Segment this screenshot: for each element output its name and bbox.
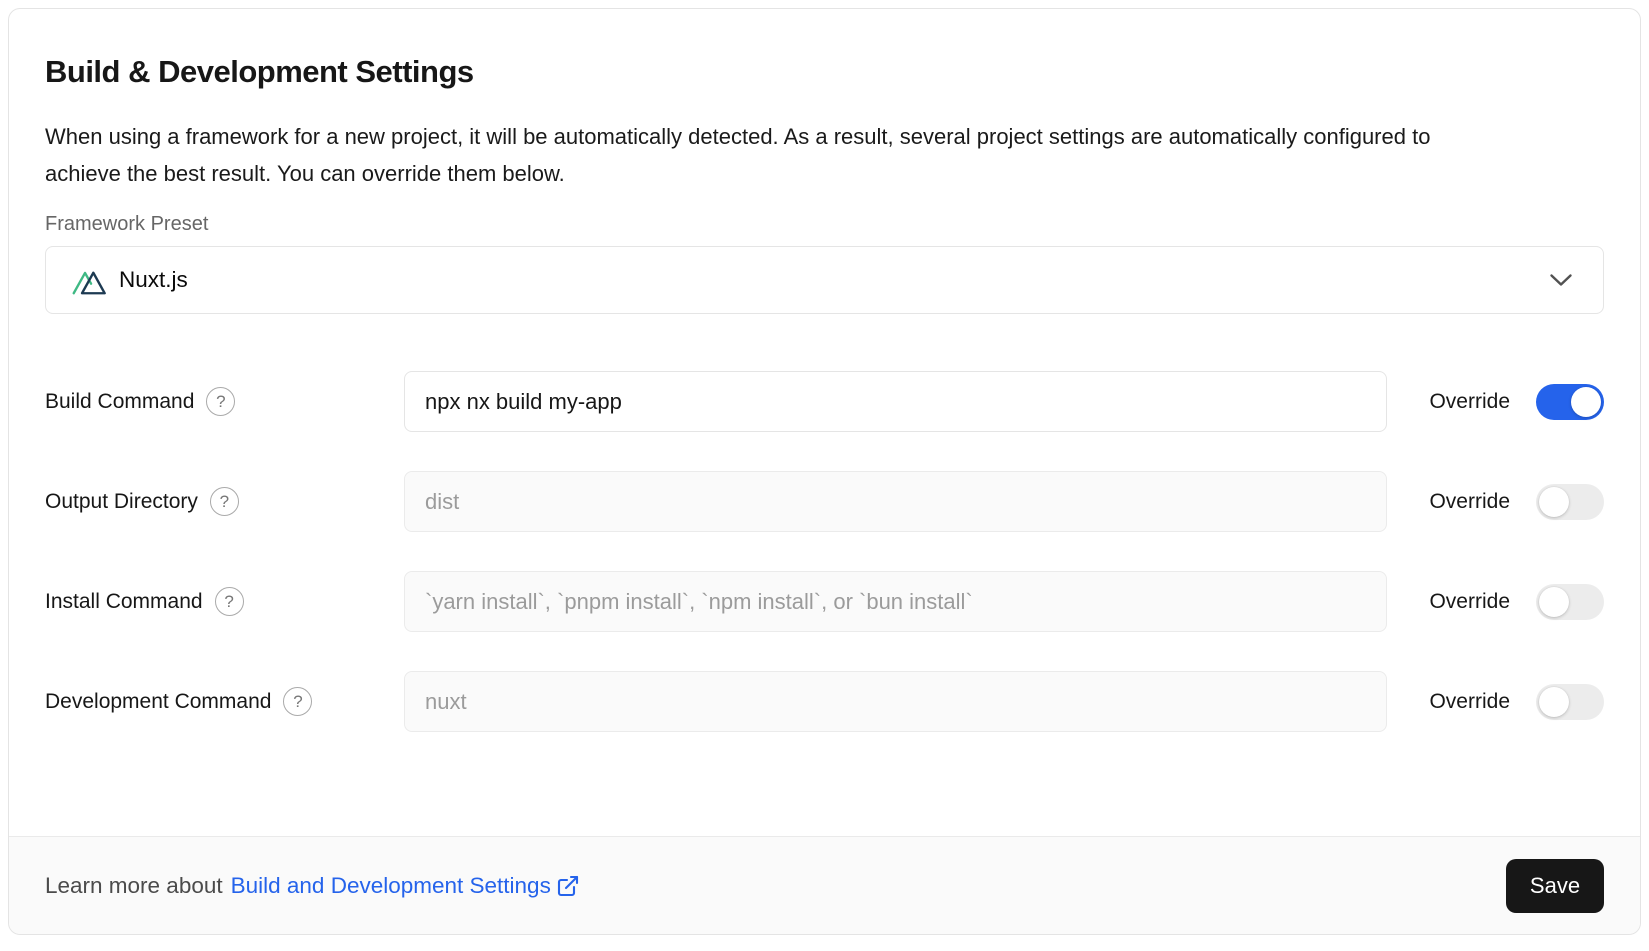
override-label: Override: [1429, 590, 1510, 614]
learn-more-prefix: Learn more about: [45, 873, 223, 899]
page-title: Build & Development Settings: [45, 54, 1604, 90]
card-body: Build & Development Settings When using …: [9, 9, 1640, 732]
framework-preset-value: Nuxt.js: [119, 267, 188, 293]
override-group: Override: [1429, 384, 1604, 420]
external-link-icon: [556, 874, 580, 898]
development-command-override-toggle[interactable]: [1536, 684, 1604, 720]
build-command-input[interactable]: [404, 371, 1387, 432]
help-circle-icon[interactable]: ?: [283, 687, 312, 716]
install-command-label: Install Command: [45, 590, 203, 614]
output-directory-label: Output Directory: [45, 490, 198, 514]
output-directory-row: Output Directory ? Override: [45, 471, 1604, 532]
build-command-row: Build Command ? Override: [45, 371, 1604, 432]
toggle-knob: [1539, 687, 1569, 717]
override-group: Override: [1429, 684, 1604, 720]
row-label-group: Development Command ?: [45, 687, 404, 716]
output-directory-input[interactable]: [404, 471, 1387, 532]
settings-rows: Build Command ? Override Output Director…: [45, 371, 1604, 732]
override-group: Override: [1429, 584, 1604, 620]
override-label: Override: [1429, 690, 1510, 714]
learn-more-text: Learn more about Build and Development S…: [45, 873, 580, 899]
card-footer: Learn more about Build and Development S…: [9, 836, 1640, 934]
development-command-row: Development Command ? Override: [45, 671, 1604, 732]
development-command-input[interactable]: [404, 671, 1387, 732]
help-circle-icon[interactable]: ?: [215, 587, 244, 616]
development-command-label: Development Command: [45, 690, 271, 714]
help-circle-icon[interactable]: ?: [210, 487, 239, 516]
help-circle-icon[interactable]: ?: [206, 387, 235, 416]
build-command-label: Build Command: [45, 390, 194, 414]
save-button[interactable]: Save: [1506, 859, 1604, 913]
install-command-row: Install Command ? Override: [45, 571, 1604, 632]
row-label-group: Build Command ?: [45, 387, 404, 416]
toggle-knob: [1539, 487, 1569, 517]
override-label: Override: [1429, 390, 1510, 414]
override-group: Override: [1429, 484, 1604, 520]
framework-preset-label: Framework Preset: [45, 213, 1604, 236]
row-label-group: Install Command ?: [45, 587, 404, 616]
chevron-down-icon: [1549, 273, 1573, 287]
row-label-group: Output Directory ?: [45, 487, 404, 516]
output-directory-override-toggle[interactable]: [1536, 484, 1604, 520]
toggle-knob: [1539, 587, 1569, 617]
doc-link-label: Build and Development Settings: [231, 873, 551, 899]
framework-preset-select[interactable]: Nuxt.js: [45, 246, 1604, 314]
toggle-knob: [1571, 387, 1601, 417]
nuxt-logo-icon: [72, 265, 106, 296]
build-command-override-toggle[interactable]: [1536, 384, 1604, 420]
override-label: Override: [1429, 490, 1510, 514]
build-dev-settings-card: Build & Development Settings When using …: [8, 8, 1641, 935]
install-command-override-toggle[interactable]: [1536, 584, 1604, 620]
install-command-input[interactable]: [404, 571, 1387, 632]
build-dev-settings-doc-link[interactable]: Build and Development Settings: [231, 873, 580, 899]
page-description: When using a framework for a new project…: [45, 118, 1490, 192]
